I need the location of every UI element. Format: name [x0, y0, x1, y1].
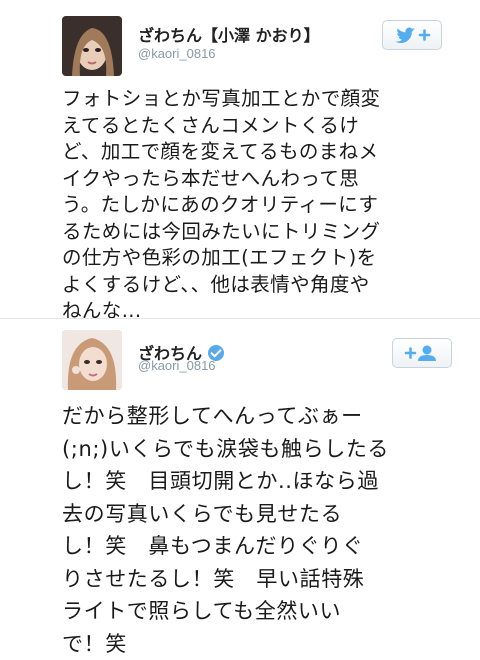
- user-handle[interactable]: @kaori_0816: [138, 358, 216, 373]
- person-add-icon: [402, 343, 442, 363]
- display-name[interactable]: ざわちん【小澤 かおり】: [138, 22, 320, 46]
- user-handle[interactable]: @kaori_0816: [138, 46, 216, 61]
- avatar[interactable]: [62, 330, 122, 390]
- follow-button[interactable]: [392, 338, 452, 368]
- tweet-text: フォトショとか写真加工とかで顔変 えてるとたくさんコメントくるけ ど、加工で顔を…: [62, 87, 381, 322]
- follow-button[interactable]: [382, 20, 442, 50]
- tweet-card-1: ざわちん【小澤 かおり】 @kaori_0816 フォトショとか写真加工とかで顔…: [0, 0, 480, 322]
- avatar[interactable]: [62, 16, 122, 76]
- tweet-text: だから整形してへんってぶぁー (;n;)いくらでも涙袋も触らしたる し！笑 目頭…: [62, 404, 390, 656]
- twitter-bird-follow-icon: [393, 25, 431, 45]
- tweet-card-2: ざわちん @kaori_0816 だから整形してへんってぶぁー (;n;)いくら…: [0, 318, 480, 656]
